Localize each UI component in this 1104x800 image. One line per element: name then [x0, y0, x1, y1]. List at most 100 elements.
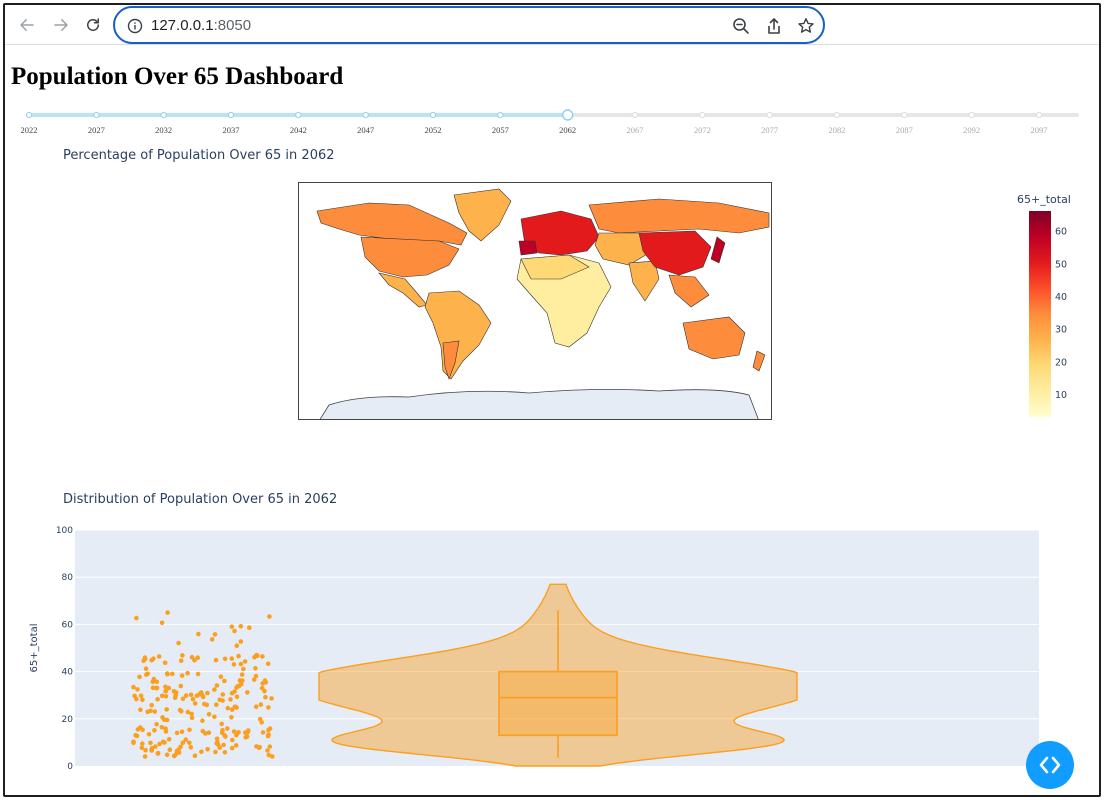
map-region-central-america[interactable] — [378, 272, 428, 308]
data-point[interactable] — [143, 747, 148, 753]
data-point[interactable] — [237, 678, 243, 683]
slider-mark-2057[interactable]: 2057 — [492, 125, 509, 135]
data-point[interactable] — [267, 726, 273, 731]
data-point[interactable] — [229, 656, 235, 661]
data-point[interactable] — [267, 614, 272, 619]
data-point[interactable] — [165, 610, 170, 615]
data-point[interactable] — [139, 745, 145, 751]
data-point[interactable] — [188, 745, 194, 750]
data-point[interactable] — [137, 674, 142, 680]
data-point[interactable] — [146, 732, 152, 737]
data-point[interactable] — [164, 707, 169, 712]
data-point[interactable] — [135, 687, 140, 692]
data-point[interactable] — [217, 697, 223, 703]
data-point[interactable] — [152, 728, 157, 733]
data-point[interactable] — [178, 683, 184, 689]
data-point[interactable] — [260, 730, 266, 735]
slider-dot-2067[interactable] — [631, 111, 639, 119]
slider-mark-2037[interactable]: 2037 — [223, 125, 240, 135]
data-point[interactable] — [189, 654, 195, 660]
slider-mark-2082[interactable]: 2082 — [829, 125, 846, 135]
choropleth-map[interactable] — [298, 182, 772, 420]
data-point[interactable] — [187, 727, 192, 733]
map-region-russia[interactable] — [588, 198, 770, 234]
data-point[interactable] — [163, 688, 169, 694]
data-point[interactable] — [171, 753, 177, 759]
data-point[interactable] — [258, 702, 264, 707]
data-point[interactable] — [189, 715, 195, 720]
data-point[interactable] — [192, 753, 198, 758]
data-point[interactable] — [166, 737, 172, 742]
data-point[interactable] — [209, 637, 215, 642]
slider-mark-2047[interactable]: 2047 — [357, 125, 374, 135]
data-point[interactable] — [199, 749, 204, 755]
data-point[interactable] — [176, 640, 181, 646]
data-point[interactable] — [229, 745, 235, 751]
data-point[interactable] — [269, 696, 274, 701]
map-region-southeast-asia[interactable] — [668, 274, 710, 308]
data-point[interactable] — [242, 659, 248, 664]
data-point[interactable] — [265, 661, 271, 667]
map-region-south-america[interactable] — [424, 290, 492, 380]
data-point[interactable] — [195, 655, 200, 660]
data-point[interactable] — [143, 666, 149, 671]
data-point[interactable] — [154, 722, 159, 727]
data-point[interactable] — [131, 684, 136, 690]
data-point[interactable] — [185, 670, 190, 676]
address-bar[interactable]: 127.0.0.1:8050 — [113, 6, 825, 44]
data-point[interactable] — [138, 693, 144, 699]
data-point[interactable] — [243, 735, 248, 740]
data-point[interactable] — [213, 657, 219, 663]
url-text[interactable]: 127.0.0.1:8050 — [151, 17, 251, 34]
data-point[interactable] — [234, 685, 239, 690]
slider-mark-2077[interactable]: 2077 — [761, 125, 778, 135]
data-point[interactable] — [270, 754, 275, 759]
data-point[interactable] — [154, 685, 160, 691]
slider-dot-2022[interactable] — [25, 111, 33, 119]
data-point[interactable] — [212, 714, 217, 720]
data-point[interactable] — [222, 750, 228, 755]
slider-mark-2072[interactable]: 2072 — [694, 125, 711, 135]
data-point[interactable] — [232, 689, 237, 694]
data-point[interactable] — [241, 666, 246, 672]
code-toggle-button[interactable] — [1026, 741, 1074, 789]
data-point[interactable] — [225, 726, 230, 731]
data-point[interactable] — [245, 729, 251, 735]
slider-mark-2097[interactable]: 2097 — [1031, 125, 1048, 135]
data-point[interactable] — [214, 741, 219, 746]
data-point[interactable] — [159, 620, 165, 626]
data-point[interactable] — [162, 660, 168, 666]
data-point[interactable] — [260, 654, 265, 659]
slider-mark-2062[interactable]: 2062 — [559, 125, 576, 135]
data-point[interactable] — [206, 730, 212, 735]
map-region-iberia[interactable] — [518, 240, 538, 256]
map-region-new-zealand[interactable] — [752, 350, 766, 372]
map-region-australia[interactable] — [682, 316, 746, 360]
data-point[interactable] — [214, 683, 220, 688]
data-point[interactable] — [265, 748, 270, 753]
data-point[interactable] — [151, 656, 156, 661]
data-point[interactable] — [213, 749, 218, 755]
data-point[interactable] — [267, 744, 273, 749]
slider-dot-2072[interactable] — [699, 111, 706, 119]
data-point[interactable] — [170, 671, 175, 677]
slider-dot-2047[interactable] — [362, 111, 369, 119]
map-region-india[interactable] — [628, 260, 660, 302]
data-point[interactable] — [172, 695, 178, 701]
slider-mark-2092[interactable]: 2092 — [963, 125, 980, 135]
data-point[interactable] — [195, 671, 201, 677]
data-point[interactable] — [174, 730, 180, 736]
data-point[interactable] — [231, 662, 237, 667]
data-point[interactable] — [196, 631, 201, 637]
violin-chart[interactable]: 0 20 40 60 80 100 65+_total — [19, 517, 1045, 773]
data-point[interactable] — [245, 690, 250, 695]
data-point[interactable] — [152, 709, 158, 714]
data-point[interactable] — [239, 672, 245, 677]
data-point[interactable] — [222, 678, 227, 684]
data-point[interactable] — [253, 704, 259, 709]
data-point[interactable] — [231, 729, 237, 734]
data-point[interactable] — [142, 656, 148, 662]
data-point[interactable] — [228, 697, 233, 702]
data-point[interactable] — [149, 748, 155, 753]
data-point[interactable] — [159, 693, 165, 699]
